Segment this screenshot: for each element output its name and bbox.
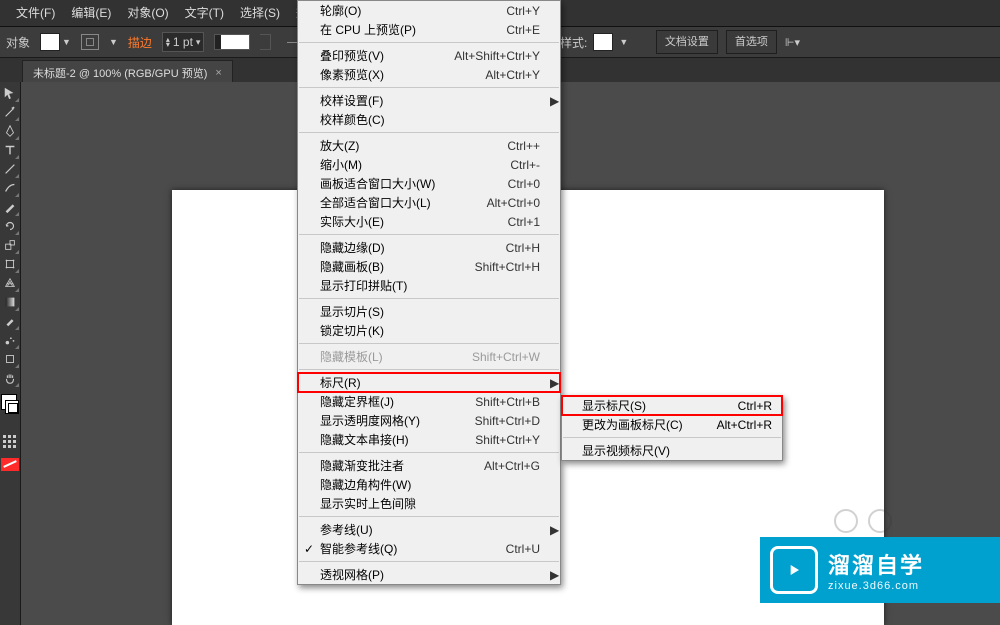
stroke-swatch-dd[interactable]: ▼ bbox=[109, 37, 118, 47]
tool-rotate[interactable] bbox=[1, 217, 19, 235]
menu-separator bbox=[299, 234, 559, 235]
menu-item[interactable]: 显示打印拼贴(T) bbox=[298, 276, 560, 295]
fill-swatch[interactable] bbox=[40, 33, 60, 51]
tool-symbol-sprayer[interactable] bbox=[1, 331, 19, 349]
menu-type[interactable]: 文字(T) bbox=[177, 0, 232, 26]
menu-item[interactable]: 透视网格(P)▶ bbox=[298, 565, 560, 584]
tool-pencil[interactable] bbox=[1, 198, 19, 216]
fill-swatch-dd[interactable]: ▼ bbox=[62, 37, 71, 47]
tool-hand[interactable] bbox=[1, 369, 19, 387]
menu-separator bbox=[299, 343, 559, 344]
watermark-url: zixue.3d66.com bbox=[828, 580, 924, 592]
submenu-show-rulers[interactable]: 显示标尺(S) Ctrl+R bbox=[562, 396, 782, 415]
document-tab[interactable]: 未标题-2 @ 100% (RGB/GPU 预览) × bbox=[22, 60, 233, 84]
menu-item[interactable]: 隐藏边角构件(W) bbox=[298, 475, 560, 494]
menu-item[interactable]: 全部适合窗口大小(L)Alt+Ctrl+0 bbox=[298, 193, 560, 212]
watermark-badge: 溜溜自学 zixue.3d66.com bbox=[760, 537, 1000, 603]
menu-item[interactable]: 锁定切片(K) bbox=[298, 321, 560, 340]
tool-pen[interactable] bbox=[1, 122, 19, 140]
menu-select[interactable]: 选择(S) bbox=[232, 0, 288, 26]
menu-item[interactable]: 隐藏画板(B)Shift+Ctrl+H bbox=[298, 257, 560, 276]
target-label: 对象 bbox=[6, 34, 30, 51]
menu-item[interactable]: 标尺(R)▶ bbox=[298, 373, 560, 392]
menu-item[interactable]: 画板适合窗口大小(W)Ctrl+0 bbox=[298, 174, 560, 193]
menu-item[interactable]: 叠印预览(V)Alt+Shift+Ctrl+Y bbox=[298, 46, 560, 65]
menu-separator bbox=[299, 561, 559, 562]
tool-strip bbox=[0, 82, 21, 625]
menu-item[interactable]: 显示透明度网格(Y)Shift+Ctrl+D bbox=[298, 411, 560, 430]
decorative-circles bbox=[834, 509, 892, 533]
menu-item[interactable]: 在 CPU 上预览(P)Ctrl+E bbox=[298, 20, 560, 39]
play-icon bbox=[770, 546, 818, 594]
menu-separator bbox=[299, 298, 559, 299]
tool-artboard[interactable] bbox=[1, 350, 19, 368]
menu-separator bbox=[299, 87, 559, 88]
menu-item[interactable]: 显示实时上色间隙 bbox=[298, 494, 560, 513]
fill-stroke-swatch[interactable] bbox=[1, 394, 19, 422]
tool-gradient[interactable] bbox=[1, 293, 19, 311]
menu-item[interactable]: 隐藏文本串接(H)Shift+Ctrl+Y bbox=[298, 430, 560, 449]
screen-mode-normal-icon[interactable] bbox=[1, 458, 19, 471]
menu-separator bbox=[299, 42, 559, 43]
stroke-swatch[interactable] bbox=[81, 34, 99, 50]
tool-brush[interactable] bbox=[1, 179, 19, 197]
close-tab-icon[interactable]: × bbox=[215, 67, 221, 79]
submenu-show-video-rulers[interactable]: 显示视频标尺(V) bbox=[562, 441, 782, 460]
rulers-submenu: 显示标尺(S) Ctrl+R 更改为画板标尺(C) Alt+Ctrl+R 显示视… bbox=[561, 395, 783, 461]
tool-type[interactable] bbox=[1, 141, 19, 159]
menu-object[interactable]: 对象(O) bbox=[119, 0, 176, 26]
menu-item[interactable]: 隐藏边缘(D)Ctrl+H bbox=[298, 238, 560, 257]
menu-item: 隐藏模板(L)Shift+Ctrl+W bbox=[298, 347, 560, 366]
menu-item[interactable]: 轮廓(O)Ctrl+Y bbox=[298, 1, 560, 20]
menu-separator bbox=[299, 516, 559, 517]
stroke-profile[interactable] bbox=[214, 34, 250, 50]
color-mode-toggle[interactable] bbox=[1, 433, 19, 451]
stroke-profile-dd[interactable] bbox=[260, 34, 271, 50]
document-tab-title: 未标题-2 @ 100% (RGB/GPU 预览) bbox=[33, 65, 207, 81]
menu-item[interactable]: 隐藏渐变批注者Alt+Ctrl+G bbox=[298, 456, 560, 475]
menu-item[interactable]: 校样设置(F)▶ bbox=[298, 91, 560, 110]
tool-scale[interactable] bbox=[1, 236, 19, 254]
menu-item[interactable]: 显示切片(S) bbox=[298, 302, 560, 321]
tool-line[interactable] bbox=[1, 160, 19, 178]
menu-item[interactable]: 缩小(M)Ctrl+- bbox=[298, 155, 560, 174]
preferences-button[interactable]: 首选项 bbox=[726, 30, 777, 54]
tool-selection[interactable] bbox=[1, 84, 19, 102]
style-label: 样式: bbox=[560, 34, 587, 51]
menu-item[interactable]: 像素预览(X)Alt+Ctrl+Y bbox=[298, 65, 560, 84]
menu-separator bbox=[299, 369, 559, 370]
style-swatch[interactable] bbox=[593, 33, 613, 51]
menu-item[interactable]: 隐藏定界框(J)Shift+Ctrl+B bbox=[298, 392, 560, 411]
menu-separator bbox=[299, 452, 559, 453]
submenu-separator bbox=[563, 437, 781, 438]
stroke-label[interactable]: 描边 bbox=[128, 34, 152, 51]
tool-free-transform[interactable] bbox=[1, 255, 19, 273]
menu-item[interactable]: 放大(Z)Ctrl++ bbox=[298, 136, 560, 155]
view-menu-dropdown: 轮廓(O)Ctrl+Y在 CPU 上预览(P)Ctrl+E 叠印预览(V)Alt+… bbox=[297, 0, 561, 585]
menu-edit[interactable]: 编辑(E) bbox=[63, 0, 119, 26]
doc-setup-button[interactable]: 文档设置 bbox=[656, 30, 718, 54]
align-menu-icon[interactable]: ⊩▾ bbox=[785, 36, 800, 49]
tool-perspective[interactable] bbox=[1, 274, 19, 292]
menu-separator bbox=[299, 132, 559, 133]
stroke-weight-field[interactable]: ▴▾ 1 pt ▾ bbox=[162, 32, 205, 52]
menu-item[interactable]: 校样颜色(C) bbox=[298, 110, 560, 129]
menu-item[interactable]: 实际大小(E)Ctrl+1 bbox=[298, 212, 560, 231]
submenu-change-to-artboard-rulers[interactable]: 更改为画板标尺(C) Alt+Ctrl+R bbox=[562, 415, 782, 434]
menu-item[interactable]: 参考线(U)▶ bbox=[298, 520, 560, 539]
style-swatch-dd[interactable]: ▼ bbox=[619, 37, 628, 47]
menu-item[interactable]: ✓智能参考线(Q)Ctrl+U bbox=[298, 539, 560, 558]
tool-magic-wand[interactable] bbox=[1, 103, 19, 121]
menu-file[interactable]: 文件(F) bbox=[8, 0, 63, 26]
watermark-title: 溜溜自学 bbox=[828, 548, 924, 580]
tool-eyedropper[interactable] bbox=[1, 312, 19, 330]
